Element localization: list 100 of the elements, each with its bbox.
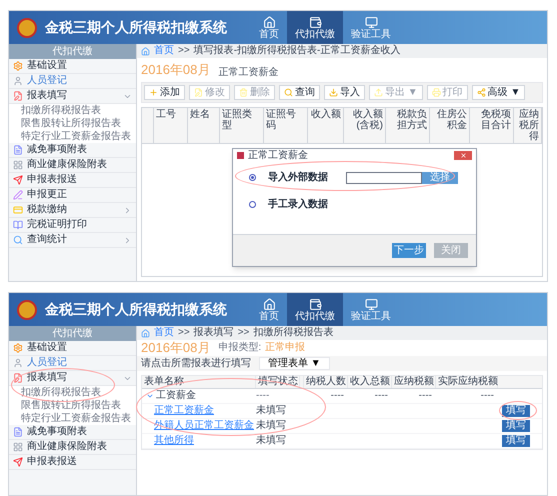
column-header: 住房公积金: [430, 108, 470, 142]
choose-button[interactable]: 选择: [422, 172, 458, 184]
home-icon: [141, 46, 150, 56]
upload-icon: [374, 88, 383, 96]
system-title: 金税三期个人所得税扣缴系统: [45, 300, 227, 319]
nav-button[interactable]: 首页: [251, 293, 287, 326]
close-button[interactable]: [454, 151, 472, 160]
column-header: 证照号码: [264, 108, 308, 142]
sidebar-subitem[interactable]: 扣缴所得税报告表: [9, 386, 136, 399]
card-icon: [13, 205, 23, 215]
fill-button[interactable]: 填写: [502, 435, 530, 447]
sidebar-item[interactable]: 申报更正: [9, 188, 136, 203]
sidebar-item[interactable]: 商业健康保险附表: [9, 440, 136, 455]
breadcrumb-link[interactable]: 首页: [154, 45, 174, 57]
sidebar-item[interactable]: 申报表报送: [9, 455, 136, 470]
file-path-field[interactable]: [346, 172, 422, 184]
dialog-button[interactable]: 下一步: [392, 243, 426, 258]
sidebar-subitem[interactable]: 特定行业工资薪金报告表: [9, 130, 136, 143]
breadcrumb-text: 扣缴所得税报告表: [253, 327, 334, 339]
search-icon: [284, 88, 293, 96]
emblem-icon: [17, 300, 37, 320]
column-header: 税款负担方式: [386, 108, 430, 142]
download-icon: [329, 88, 338, 96]
sidebar-item[interactable]: 商业健康保险附表: [9, 158, 136, 173]
system-title: 金税三期个人所得税扣缴系统: [45, 18, 227, 37]
status-cell-text: 未填写: [256, 435, 287, 447]
grid-icon: [13, 160, 23, 170]
sidebar-item[interactable]: 减免事项附表: [9, 143, 136, 158]
period-heading: 2016年08月: [141, 61, 210, 79]
breadcrumb-separator: >>: [238, 327, 250, 339]
share-icon: [476, 88, 486, 96]
sidebar-item[interactable]: 查询统计: [9, 233, 136, 248]
breadcrumb-text: 报表填写: [194, 327, 234, 339]
pen-icon: [13, 190, 23, 200]
form-link[interactable]: 正常工资薪金: [154, 405, 214, 417]
table-cell-text: ----: [480, 390, 495, 402]
column-header: 收入额: [308, 108, 344, 142]
person-icon: [13, 76, 23, 86]
column-header: 纳税人数: [304, 376, 348, 388]
table-cell-text: ----: [374, 390, 389, 402]
form-edit-icon: [13, 91, 23, 101]
settings-icon: [13, 61, 23, 71]
nav-button[interactable]: 首页: [251, 11, 287, 44]
home-icon: [262, 16, 276, 28]
radio-button[interactable]: [249, 201, 256, 208]
column-header: 实际应纳税额: [436, 376, 498, 388]
person-icon: [13, 358, 23, 368]
sidebar-item[interactable]: 人员登记: [9, 74, 136, 89]
sidebar-item[interactable]: 申报表报送: [9, 173, 136, 188]
nav-button[interactable]: 代扣代缴: [287, 11, 343, 44]
column-header: 收入额(含税): [344, 108, 386, 142]
monitor-icon: [364, 298, 378, 310]
trash-icon: [239, 88, 248, 96]
hint-text: 请点击所需报表进行填写: [141, 356, 251, 371]
monitor-icon: [364, 16, 378, 28]
dialog-title: 正常工资薪金: [248, 150, 309, 162]
form-edit-icon: [13, 373, 23, 383]
option-label: 导入外部数据: [268, 170, 329, 185]
nav-button[interactable]: 代扣代缴: [287, 293, 343, 326]
sidebar-header: 代扣代缴: [9, 44, 136, 59]
status-cell-text: 未填写: [256, 420, 287, 432]
status-cell-text: 未填写: [256, 405, 287, 417]
breadcrumb-separator: >>: [178, 327, 190, 339]
sidebar-item[interactable]: 完税证明打印: [9, 218, 136, 233]
fill-button[interactable]: 填写: [502, 405, 530, 417]
column-header: 姓名: [188, 108, 220, 142]
nav-button[interactable]: 验证工具: [343, 11, 399, 44]
sidebar-item[interactable]: 税款缴纳: [9, 203, 136, 218]
breadcrumb-text: 填写报表-扣缴所得税报告表-正常工资薪金收入: [194, 45, 400, 57]
chevron-icon: [123, 206, 132, 214]
radio-button[interactable]: [249, 174, 256, 181]
column-header: 免税项目合计: [470, 108, 514, 142]
send-icon: [13, 457, 23, 467]
sidebar-item[interactable]: 减免事项附表: [9, 425, 136, 440]
search-icon: [13, 235, 23, 245]
manage-forms-button[interactable]: 管理表单 ▼: [259, 357, 330, 370]
toolbar-button[interactable]: 高级 ▼: [472, 84, 526, 100]
table-cell-text: ----: [418, 390, 433, 402]
nav-button[interactable]: 验证工具: [343, 293, 399, 326]
home-icon: [262, 298, 276, 310]
report-type-label: 申报类型:: [218, 340, 262, 355]
sidebar-subitem[interactable]: 限售股转让所得报告表: [9, 117, 136, 130]
sidebar-item[interactable]: 人员登记: [9, 356, 136, 371]
close-icon: [460, 152, 466, 159]
toolbar-button[interactable]: 导入: [324, 84, 365, 100]
sidebar-item[interactable]: 基础设置: [9, 341, 136, 356]
sidebar-item[interactable]: 基础设置: [9, 59, 136, 74]
toolbar-button[interactable]: 添加: [144, 84, 185, 100]
send-icon: [13, 175, 23, 185]
plus-icon: [149, 88, 158, 96]
form-link[interactable]: 其他所得: [146, 435, 194, 447]
breadcrumb-link[interactable]: 首页: [154, 327, 174, 339]
breadcrumb-separator: >>: [178, 45, 190, 57]
grid-icon: [13, 442, 23, 452]
sidebar-subitem[interactable]: 特定行业工资薪金报告表: [9, 412, 136, 425]
toolbar-button[interactable]: 查询: [279, 84, 320, 100]
fill-button[interactable]: 填写: [502, 420, 530, 432]
app-icon: [237, 152, 244, 159]
sidebar-subitem[interactable]: 扣缴所得税报告表: [9, 104, 136, 117]
settings-icon: [13, 343, 23, 353]
